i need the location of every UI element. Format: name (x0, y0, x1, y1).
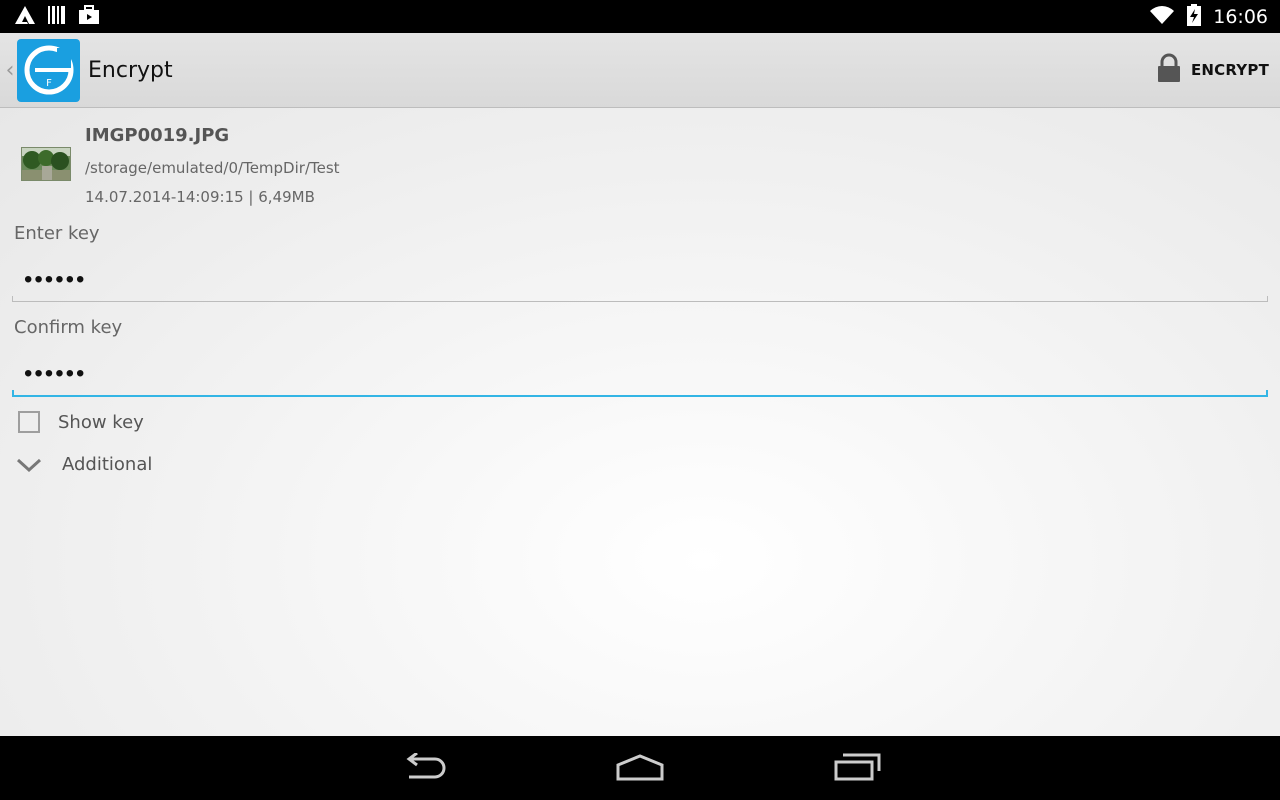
show-key-label: Show key (58, 411, 144, 433)
confirm-key-underline (12, 390, 1268, 397)
status-bar: 16:06 (0, 0, 1280, 33)
chevron-down-icon (14, 456, 44, 474)
confirm-key-input[interactable] (12, 352, 1268, 396)
encrypt-action-label: ENCRYPT (1190, 61, 1269, 79)
page-title: Encrypt (88, 57, 173, 83)
back-icon (401, 751, 447, 785)
battery-charging-icon (1187, 3, 1202, 30)
status-time: 16:06 (1213, 5, 1268, 28)
wifi-icon (1149, 5, 1175, 29)
enter-key-underline (12, 296, 1268, 302)
status-right-icons: 16:06 (1149, 3, 1268, 30)
content-area: IMGP0019.JPG /storage/emulated/0/TempDir… (0, 108, 1280, 736)
recents-button[interactable] (827, 752, 887, 786)
app-notification-icon (14, 5, 36, 29)
briefcase-icon (78, 4, 100, 29)
enter-key-input[interactable] (12, 258, 1268, 302)
confirm-key-label: Confirm key (14, 317, 123, 338)
file-meta: 14.07.2014-14:09:15 | 6,49MB (85, 188, 315, 206)
back-button[interactable] (394, 751, 454, 786)
file-thumbnail (21, 147, 71, 181)
svg-text:F: F (46, 78, 52, 89)
enter-key-label: Enter key (14, 223, 100, 244)
show-key-checkbox-row[interactable]: Show key (14, 411, 144, 433)
lock-icon (1157, 53, 1181, 87)
home-button[interactable] (610, 752, 670, 786)
encrypt-action-button[interactable]: ENCRYPT (1149, 40, 1269, 100)
up-caret-icon[interactable]: ‹ (3, 58, 17, 83)
show-key-checkbox[interactable] (18, 411, 40, 433)
action-bar: ‹ F Encrypt ENCRYPT (0, 33, 1280, 108)
app-logo-icon[interactable]: F (17, 38, 80, 102)
file-info: IMGP0019.JPG /storage/emulated/0/TempDir… (0, 108, 1280, 218)
home-icon (615, 753, 665, 785)
file-name: IMGP0019.JPG (85, 125, 230, 146)
file-path: /storage/emulated/0/TempDir/Test (85, 159, 340, 177)
navigation-bar (0, 736, 1280, 800)
status-left-icons (14, 4, 100, 29)
barcode-icon (48, 5, 66, 29)
android-screen: 16:06 ‹ F Encrypt ENCRYPT IMGP0019.JPG /… (0, 0, 1280, 800)
additional-label: Additional (62, 454, 153, 475)
recents-icon (833, 753, 881, 785)
additional-expander[interactable]: Additional (14, 454, 152, 475)
